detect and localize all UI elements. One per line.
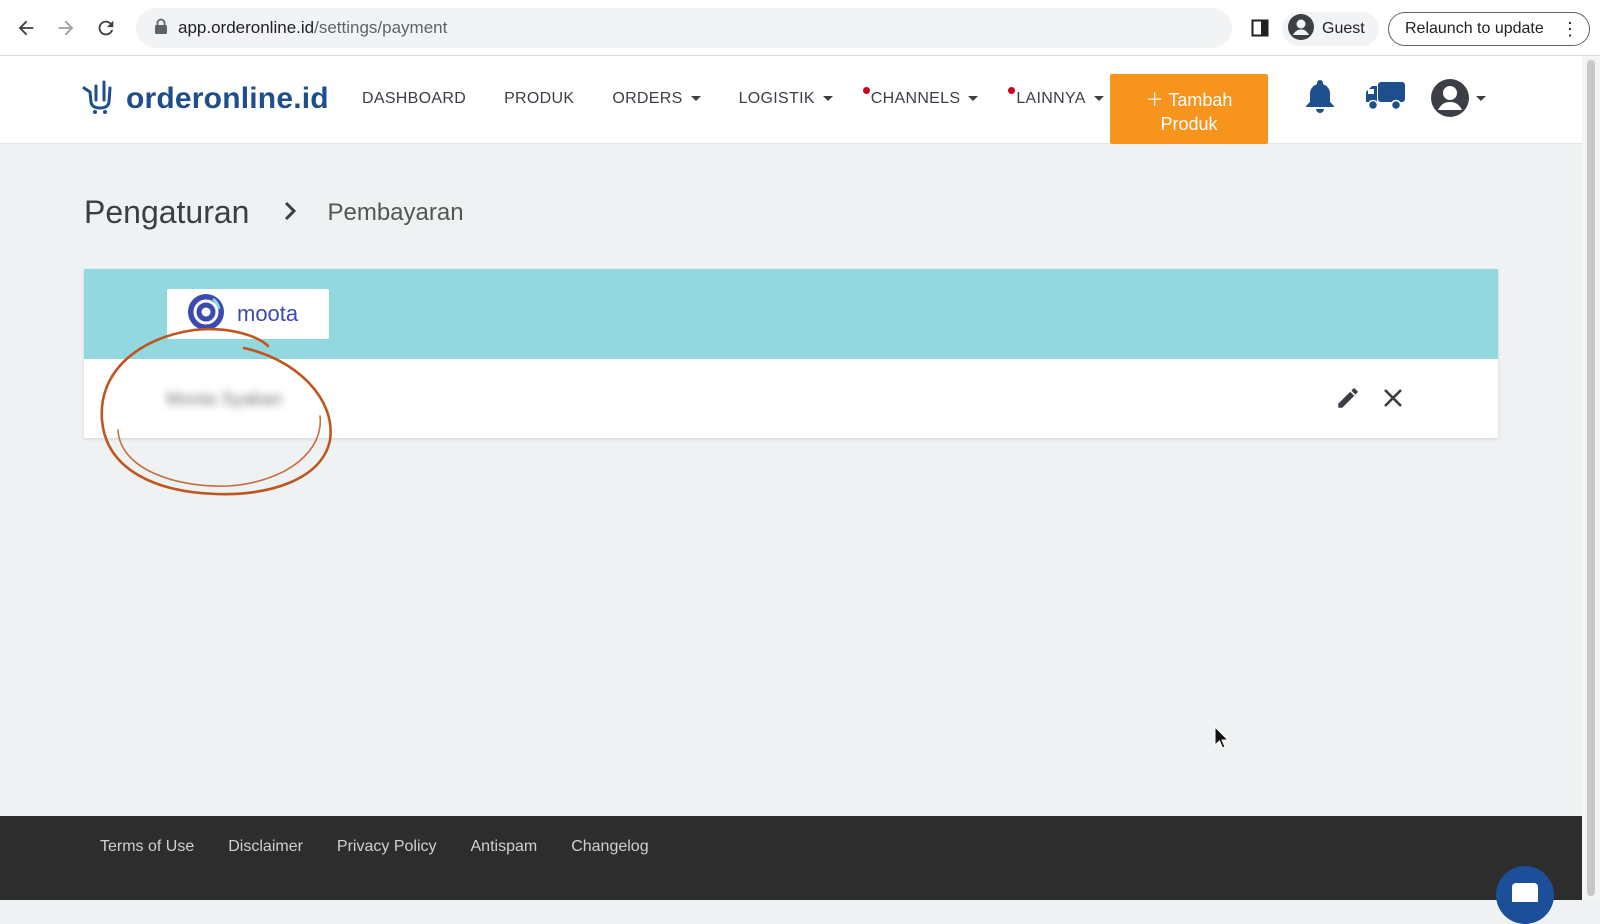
add-button-label-2: Produk <box>1160 114 1218 134</box>
logo-text: orderonline.id <box>126 81 329 115</box>
back-icon[interactable] <box>12 14 40 42</box>
relaunch-label: Relaunch to update <box>1405 20 1544 37</box>
footer: Terms of Use Disclaimer Privacy Policy A… <box>0 816 1582 900</box>
url-text: app.orderonline.id/settings/payment <box>178 18 447 38</box>
side-panel-icon[interactable] <box>1246 14 1274 42</box>
address-bar[interactable]: app.orderonline.id/settings/payment <box>136 8 1232 48</box>
add-button-label-1: Tambah <box>1168 90 1233 110</box>
more-menu-icon[interactable]: ⋮ <box>1561 19 1579 39</box>
main-nav: DASHBOARD PRODUK ORDERS LOGISTIK CHANNEL… <box>362 87 1142 108</box>
breadcrumb-root[interactable]: Pengaturan <box>84 194 249 231</box>
caret-down-icon <box>690 96 701 102</box>
mouse-cursor-icon <box>1214 726 1230 749</box>
chat-icon <box>1511 882 1539 907</box>
logo[interactable]: orderonline.id <box>82 78 329 119</box>
chevron-right-icon <box>283 197 297 229</box>
nav-label: CHANNELS <box>870 90 961 107</box>
footer-link-terms[interactable]: Terms of Use <box>100 838 194 856</box>
chat-widget-button[interactable] <box>1496 866 1554 924</box>
nav-channels[interactable]: CHANNELS <box>862 87 979 108</box>
caret-down-icon <box>1093 96 1104 102</box>
footer-link-antispam[interactable]: Antispam <box>471 838 538 856</box>
lock-icon <box>154 18 168 39</box>
footer-link-privacy[interactable]: Privacy Policy <box>337 838 437 856</box>
footer-link-changelog[interactable]: Changelog <box>571 838 648 856</box>
nav-label: DASHBOARD <box>362 90 467 107</box>
footer-links: Terms of Use Disclaimer Privacy Policy A… <box>100 838 649 856</box>
plus-icon: ＋ <box>1145 90 1164 110</box>
nav-label: LOGISTIK <box>738 90 815 107</box>
relaunch-button[interactable]: Relaunch to update ⋮ <box>1388 12 1590 46</box>
profile-chip[interactable]: Guest <box>1282 12 1379 46</box>
scrollbar-thumb[interactable] <box>1587 60 1595 896</box>
nav-orders[interactable]: ORDERS <box>612 90 701 108</box>
nav-label: PRODUK <box>504 90 575 107</box>
nav-dashboard[interactable]: DASHBOARD <box>362 90 466 108</box>
add-product-button[interactable]: ＋ Tambah Produk <box>1110 74 1268 144</box>
logo-icon <box>82 78 118 119</box>
close-icon[interactable] <box>1378 383 1408 413</box>
url-path: /settings/payment <box>314 18 448 37</box>
notification-dot <box>862 87 870 94</box>
nav-lainnya[interactable]: LAINNYA <box>1008 87 1104 108</box>
user-avatar-icon[interactable] <box>1430 78 1490 123</box>
nav-label: LAINNYA <box>1016 90 1086 107</box>
profile-label: Guest <box>1322 20 1365 37</box>
nav-logistik[interactable]: LOGISTIK <box>739 90 833 108</box>
footer-link-disclaimer[interactable]: Disclaimer <box>228 838 303 856</box>
breadcrumb-current: Pembayaran <box>327 198 464 226</box>
app-header: orderonline.id DASHBOARD PRODUK ORDERS L… <box>0 56 1582 144</box>
page-scrollbar[interactable] <box>1582 56 1600 900</box>
account-icon <box>1288 13 1314 45</box>
url-host: app.orderonline.id <box>178 18 315 37</box>
browser-toolbar: app.orderonline.id/settings/payment Gues… <box>0 0 1600 56</box>
bell-icon[interactable] <box>1304 78 1336 119</box>
caret-down-icon <box>968 96 979 102</box>
edit-icon[interactable] <box>1333 383 1363 413</box>
breadcrumb: Pengaturan Pembayaran <box>84 194 464 231</box>
reload-icon[interactable] <box>92 14 120 42</box>
nav-label: ORDERS <box>612 90 683 107</box>
notification-dot <box>1008 87 1016 94</box>
truck-icon[interactable] <box>1364 80 1406 117</box>
annotation-circle <box>100 327 332 496</box>
forward-icon[interactable] <box>52 14 80 42</box>
caret-down-icon <box>822 96 833 102</box>
nav-produk[interactable]: PRODUK <box>504 90 574 108</box>
